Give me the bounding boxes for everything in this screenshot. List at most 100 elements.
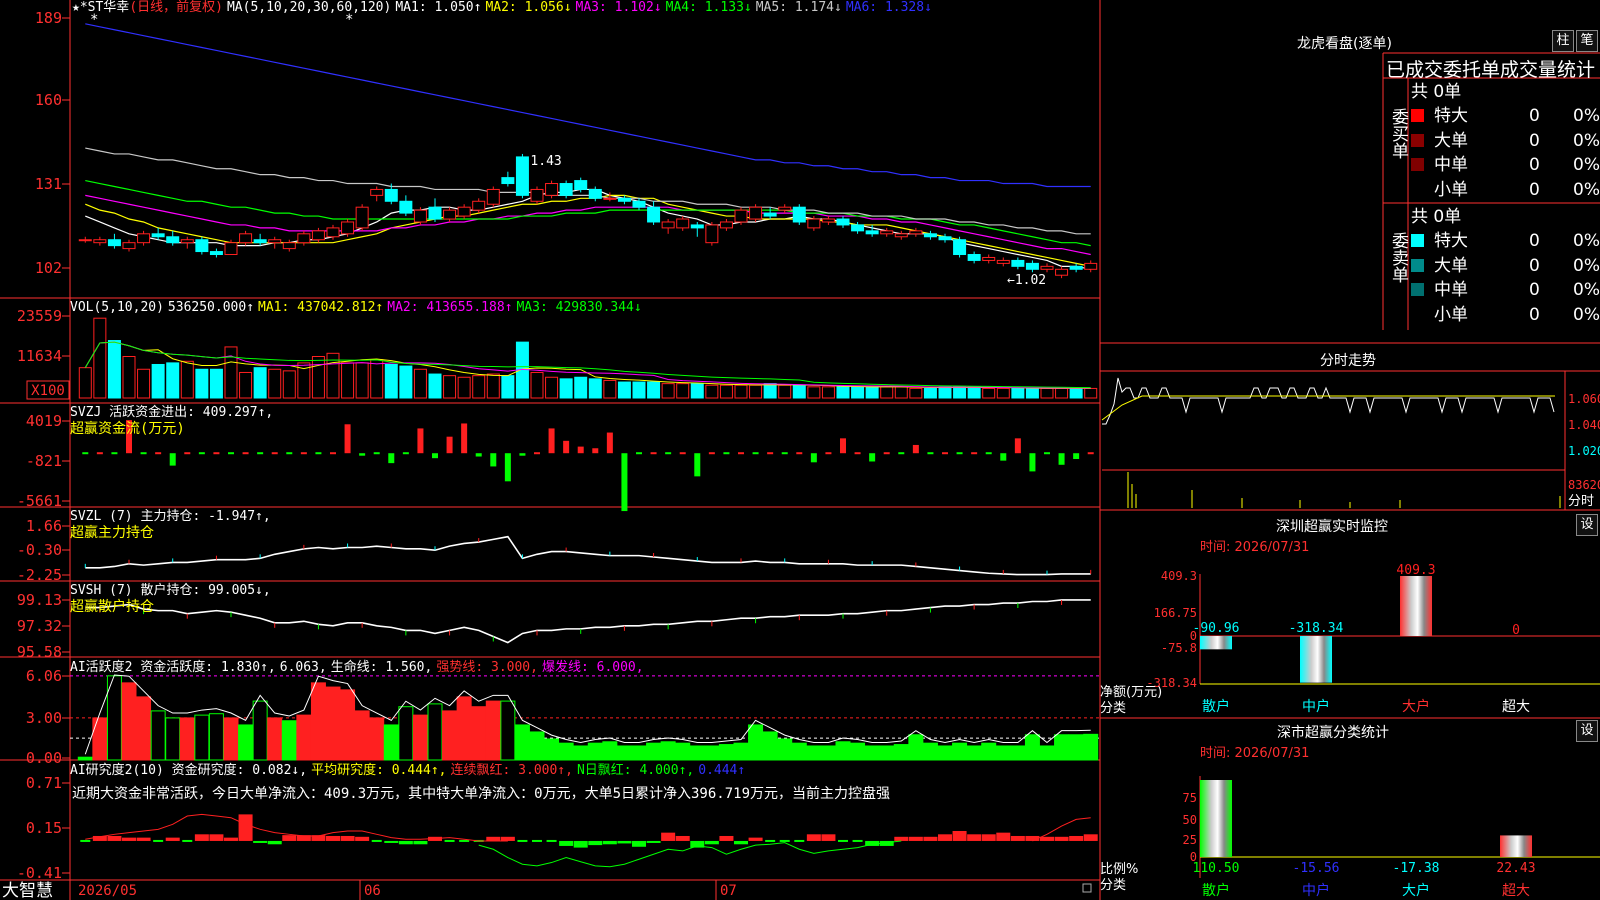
ai1-bar — [427, 703, 443, 761]
svzj-dash — [330, 452, 336, 455]
vol-label: VOL(5,10,20) — [70, 300, 164, 315]
ai1-bar — [835, 741, 851, 761]
candle-body — [195, 239, 209, 253]
bar-view-button[interactable]: 柱 — [1552, 30, 1574, 52]
svzj-dash — [898, 452, 905, 455]
sc-bar-label: 22.43 — [1496, 861, 1535, 876]
vol-bar — [967, 386, 981, 399]
fs-tick: 1.040 — [1568, 418, 1600, 432]
svsh-tick: 99.13 — [17, 591, 62, 609]
ai1-bar — [369, 717, 385, 761]
ai1-bar — [660, 741, 676, 761]
svzj-bar — [1073, 453, 1080, 459]
candle-body — [719, 221, 733, 229]
vol-tick: 11634 — [17, 347, 62, 365]
row-name: 中单 — [1434, 280, 1468, 300]
ai2-bar — [355, 836, 370, 841]
svzj-bar — [592, 448, 599, 454]
row-name: 小单 — [1434, 304, 1468, 325]
svzj-bar — [1029, 453, 1036, 472]
ai2-item-2: 连续飘红: 3.000↑, — [450, 763, 573, 778]
ai1-bar — [281, 720, 297, 761]
svzj-dash — [781, 452, 788, 455]
candle-body — [705, 224, 719, 244]
ai2-bar — [1010, 835, 1025, 841]
svzj-dash — [155, 452, 162, 455]
svzj-dash — [228, 452, 234, 455]
tick-view-button[interactable]: 笔 — [1576, 30, 1598, 52]
sc-settings-button[interactable]: 设 — [1576, 720, 1598, 742]
svzj-dash — [242, 452, 249, 455]
svzj-dash — [956, 452, 963, 455]
candle-body — [501, 177, 515, 185]
buy-row-0: 特大 0 0% — [1411, 104, 1600, 128]
sz-bar — [1300, 636, 1332, 683]
candle-body — [676, 218, 690, 229]
svzj-dash — [373, 452, 380, 455]
svzj-dash — [752, 452, 759, 455]
sz-tick: 166.75 — [1154, 606, 1197, 620]
ai1-bar — [398, 706, 414, 761]
svzj-dash — [402, 452, 409, 455]
svzj-dash — [82, 452, 89, 455]
candle-body — [690, 224, 704, 229]
svzj-bar — [606, 432, 613, 454]
svzj-bar — [344, 424, 351, 454]
row-name: 特大 — [1434, 106, 1468, 126]
candle-body — [224, 242, 238, 256]
candle-body — [894, 233, 908, 238]
ai1-bar — [340, 689, 356, 761]
fs-price-line — [1102, 377, 1555, 425]
svzj-dash — [708, 452, 715, 455]
ai1-bar — [194, 714, 210, 761]
ai2-bar — [661, 832, 676, 841]
sz-settings-button[interactable]: 设 — [1576, 514, 1598, 536]
ai2-dash — [765, 839, 776, 842]
svsh-tick: 95.58 — [17, 643, 62, 661]
sell-side-label: 委卖单 — [1388, 232, 1408, 283]
vol-bar — [545, 376, 559, 399]
svzj-dash — [985, 452, 992, 455]
ai2-bar — [282, 835, 297, 841]
vol-bar — [443, 375, 457, 399]
fs-tick: 1.060 — [1568, 392, 1600, 406]
ai1-tick: 6.06 — [26, 667, 62, 685]
ai1-bar — [1054, 734, 1070, 761]
ai2-dash — [80, 839, 91, 842]
sz-monitor-title: 深圳超赢实时监控 — [1276, 519, 1388, 535]
sc-tick: 25 — [1183, 833, 1197, 847]
period-label[interactable]: (日线，前复权) — [129, 0, 223, 15]
ma-line-MA2 — [85, 194, 1091, 267]
ma-item-2: MA3: 1.102↓ — [575, 0, 662, 15]
candle-body — [545, 183, 559, 196]
vol-bar — [647, 381, 661, 399]
svzj-dash — [825, 452, 832, 455]
ai2-bar — [1040, 836, 1054, 841]
row-name: 小单 — [1434, 179, 1468, 200]
svzj-dash — [883, 452, 890, 455]
swatch-icon — [1411, 283, 1424, 296]
ai1-bar — [500, 700, 516, 761]
ai2-bar — [748, 837, 763, 841]
ai2-bar — [602, 840, 617, 845]
sc-bar — [1500, 835, 1532, 857]
svzj-bar — [869, 453, 876, 462]
candle-body — [151, 233, 165, 238]
svzj-dash — [1087, 452, 1094, 455]
price-tick: 160 — [35, 91, 62, 109]
ma-line-MA1 — [85, 188, 1091, 270]
brand-logo: 大智慧 — [2, 881, 53, 900]
candle-body — [428, 206, 442, 220]
row-count: 0 — [1529, 106, 1540, 126]
candle-body — [78, 239, 92, 242]
ai2-tick: -0.41 — [17, 864, 62, 882]
ai1-tick: 0.00 — [26, 749, 62, 767]
sc-tick: 50 — [1183, 813, 1197, 827]
swatch-icon — [1411, 234, 1424, 247]
ai2-bar — [923, 836, 938, 841]
stock-name[interactable]: ★*ST华幸 — [72, 0, 129, 15]
ai1-bar — [922, 742, 938, 761]
ai1-bar — [995, 745, 1011, 761]
ai2-dash — [371, 839, 382, 842]
candle-body — [1084, 262, 1098, 270]
